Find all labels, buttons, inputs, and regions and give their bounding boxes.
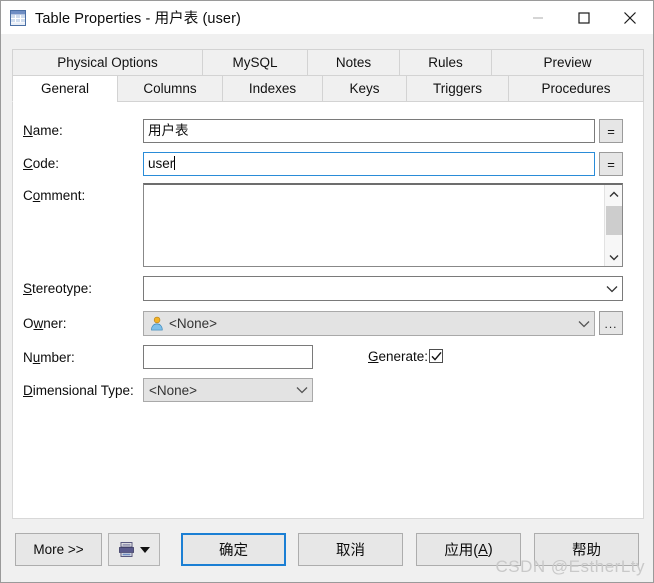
tab-notes[interactable]: Notes — [307, 49, 399, 76]
tab-label: Preview — [543, 55, 592, 70]
code-label: Code: — [23, 156, 60, 171]
maximize-icon — [578, 11, 590, 24]
tab-physical-options[interactable]: Physical Options — [12, 49, 202, 76]
tab-label: Triggers — [432, 81, 482, 96]
tab-label: Physical Options — [57, 55, 158, 70]
number-input[interactable] — [143, 345, 313, 369]
tab-row-lower: General Columns Indexes Keys Triggers Procedu… — [12, 75, 644, 102]
owner-value: <None> — [169, 316, 218, 331]
number-label: Number: — [23, 350, 75, 365]
minimize-button[interactable] — [515, 1, 561, 34]
tab-label: Keys — [349, 81, 380, 96]
comment-scrollbar[interactable] — [604, 185, 622, 266]
more-button[interactable]: More >> — [15, 533, 102, 566]
print-icon — [119, 542, 134, 557]
tab-triggers[interactable]: Triggers — [406, 75, 508, 102]
owner-label: Owner: — [23, 316, 67, 331]
window-controls — [515, 1, 653, 34]
table-icon — [10, 9, 26, 26]
help-button[interactable]: 帮助 — [534, 533, 639, 566]
ok-button[interactable]: 确定 — [181, 533, 286, 566]
close-icon — [624, 11, 636, 24]
minimize-icon — [533, 16, 543, 19]
tab-columns[interactable]: Columns — [117, 75, 222, 102]
tab-procedures[interactable]: Procedures — [508, 75, 644, 102]
window-title: Table Properties - 用户表 (user) — [35, 11, 241, 27]
caret-down-icon[interactable] — [140, 546, 150, 553]
check-icon — [431, 351, 442, 361]
text-caret — [174, 156, 176, 170]
person-icon — [151, 316, 163, 331]
scroll-thumb[interactable] — [606, 206, 622, 235]
stereotype-label: Stereotype: — [23, 281, 93, 296]
print-dropdown-button[interactable] — [108, 533, 160, 566]
tab-label: Columns — [143, 81, 197, 96]
scroll-down-icon[interactable] — [605, 248, 623, 266]
tab-row-upper: Physical Options MySQL Notes Rules Preview — [12, 49, 644, 76]
tab-label: Indexes — [248, 81, 297, 96]
name-label: Name: — [23, 123, 63, 138]
tab-general[interactable]: General — [12, 75, 117, 102]
generate-checkbox[interactable] — [429, 349, 443, 363]
tab-preview[interactable]: Preview — [491, 49, 644, 76]
apply-button[interactable]: 应用(A) — [416, 533, 521, 566]
tab-label: Rules — [428, 55, 463, 70]
dimensional-type-combobox[interactable]: <None> — [143, 378, 313, 402]
comment-textarea[interactable] — [143, 183, 623, 267]
generate-label: Generate: — [368, 349, 429, 364]
chevron-down-icon[interactable] — [296, 379, 308, 401]
code-equals-button[interactable]: = — [599, 152, 623, 176]
owner-browse-button[interactable]: ... — [599, 311, 623, 335]
owner-combobox[interactable]: <None> — [143, 311, 595, 336]
cancel-button[interactable]: 取消 — [298, 533, 403, 566]
close-button[interactable] — [607, 1, 653, 34]
tab-label: General — [40, 81, 90, 96]
chevron-down-icon[interactable] — [578, 312, 590, 335]
table-properties-dialog: Table Properties - 用户表 (user) Physical O… — [0, 0, 654, 583]
tab-mysql[interactable]: MySQL — [202, 49, 307, 76]
tab-indexes[interactable]: Indexes — [222, 75, 322, 102]
maximize-button[interactable] — [561, 1, 607, 34]
tab-label: Notes — [335, 55, 372, 70]
stereotype-combobox[interactable] — [143, 276, 623, 301]
tab-label: MySQL — [232, 55, 278, 70]
title-bar: Table Properties - 用户表 (user) — [1, 1, 653, 34]
scroll-up-icon[interactable] — [605, 185, 623, 203]
name-equals-button[interactable]: = — [599, 119, 623, 143]
dimensional-type-label: Dimensional Type: — [23, 383, 134, 398]
name-input[interactable]: 用户表 — [143, 119, 595, 143]
name-input-value: 用户表 — [148, 123, 189, 138]
code-input-value: user — [148, 156, 175, 171]
chevron-down-icon[interactable] — [606, 277, 618, 300]
comment-label: Comment: — [23, 188, 86, 203]
tab-keys[interactable]: Keys — [322, 75, 406, 102]
tab-rules[interactable]: Rules — [399, 49, 491, 76]
code-input[interactable]: user — [143, 152, 595, 176]
tab-label: Procedures — [541, 81, 611, 96]
dimensional-type-value: <None> — [149, 382, 198, 398]
tab-strip: Physical Options MySQL Notes Rules Preview G… — [12, 49, 644, 103]
